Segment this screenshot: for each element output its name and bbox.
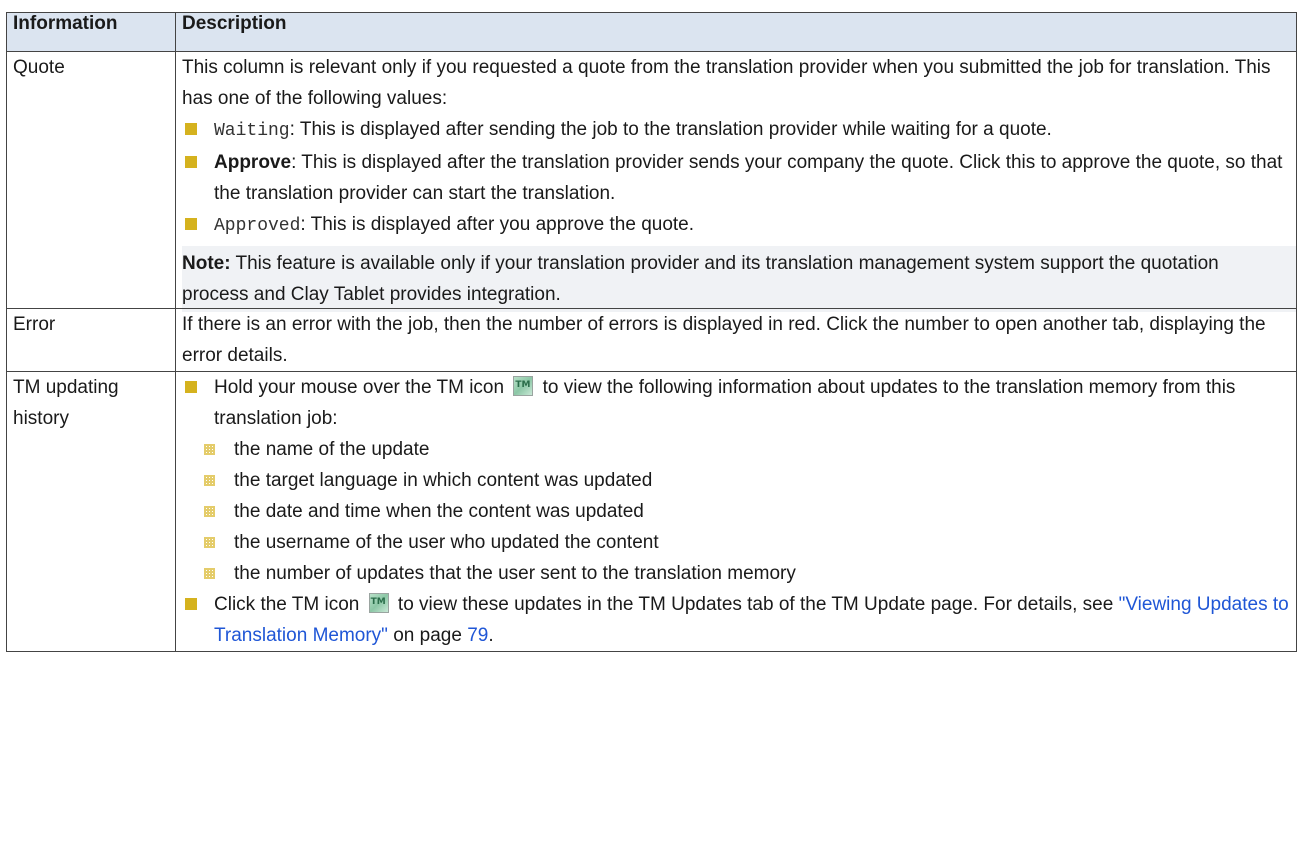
grid-bullet-icon: [204, 444, 215, 455]
square-bullet-icon: [185, 598, 197, 610]
table-header-row: Information Description: [6, 12, 1297, 52]
square-bullet-icon: [185, 218, 197, 230]
list-item: the name of the update: [182, 434, 1290, 465]
note-label: Note:: [182, 253, 231, 274]
list-item-text: the target language in which content was…: [234, 470, 653, 491]
info-table: Information Description Quote This colum…: [6, 12, 1297, 652]
list-item: the number of updates that the user sent…: [182, 558, 1290, 589]
list-item-text: the date and time when the content was u…: [234, 501, 644, 522]
table-row-quote: Quote This column is relevant only if yo…: [6, 51, 1297, 312]
square-bullet-icon: [185, 123, 197, 135]
header-description: Description: [175, 12, 1297, 52]
tm-label: TM updating history: [6, 371, 176, 652]
click-text-after: to view these updates in the TM Updates …: [397, 594, 1119, 615]
approve-value: Approve: [214, 152, 292, 173]
click-text-before: Click the TM icon: [214, 594, 360, 615]
header-information: Information: [6, 12, 176, 52]
grid-bullet-icon: [204, 537, 215, 548]
error-description: If there is an error with the job, then …: [175, 308, 1297, 372]
grid-bullet-icon: [204, 475, 215, 486]
square-bullet-icon: [185, 156, 197, 168]
grid-bullet-icon: [204, 568, 215, 579]
quote-description: This column is relevant only if you requ…: [175, 51, 1297, 312]
list-item-approve: Approve: This is displayed after the tra…: [182, 147, 1290, 209]
waiting-value: Waiting: [214, 121, 290, 141]
list-item: the date and time when the content was u…: [182, 496, 1290, 527]
list-item: the target language in which content was…: [182, 465, 1290, 496]
waiting-text: : This is displayed after sending the jo…: [289, 119, 1052, 140]
list-item-text: the username of the user who updated the…: [234, 532, 659, 553]
note-box: Note: This feature is available only if …: [182, 246, 1296, 312]
quote-intro: This column is relevant only if you requ…: [182, 57, 1271, 109]
error-label: Error: [6, 308, 176, 372]
table-row-tm: TM updating history Hold your mouse over…: [6, 370, 1297, 652]
list-item: the username of the user who updated the…: [182, 527, 1290, 558]
hold-text-before: Hold your mouse over the TM icon: [214, 377, 505, 398]
list-item-click: Click the TM icon to view these updates …: [182, 587, 1290, 651]
list-item-text: the number of updates that the user sent…: [234, 563, 796, 584]
table-row-error: Error If there is an error with the job,…: [6, 308, 1297, 372]
note-text: This feature is available only if your t…: [182, 253, 1219, 305]
approve-text: : This is displayed after the translatio…: [214, 152, 1283, 204]
grid-bullet-icon: [204, 506, 215, 517]
approved-value: Approved: [214, 216, 301, 236]
list-item-approved: Approved: This is displayed after you ap…: [182, 209, 1290, 242]
list-item-hold: Hold your mouse over the TM icon to view…: [182, 370, 1290, 434]
list-item-waiting: Waiting: This is displayed after sending…: [182, 114, 1290, 147]
page-number-link[interactable]: 79: [467, 625, 488, 646]
period: .: [488, 625, 494, 646]
tm-icon: [513, 370, 534, 401]
quote-label: Quote: [6, 51, 176, 309]
tm-description: Hold your mouse over the TM icon to view…: [175, 370, 1297, 652]
list-item-text: the name of the update: [234, 439, 430, 460]
square-bullet-icon: [185, 381, 197, 393]
page-prefix: on page: [387, 625, 468, 646]
approved-text: : This is displayed after you approve th…: [300, 214, 695, 235]
tm-icon: [368, 587, 389, 618]
